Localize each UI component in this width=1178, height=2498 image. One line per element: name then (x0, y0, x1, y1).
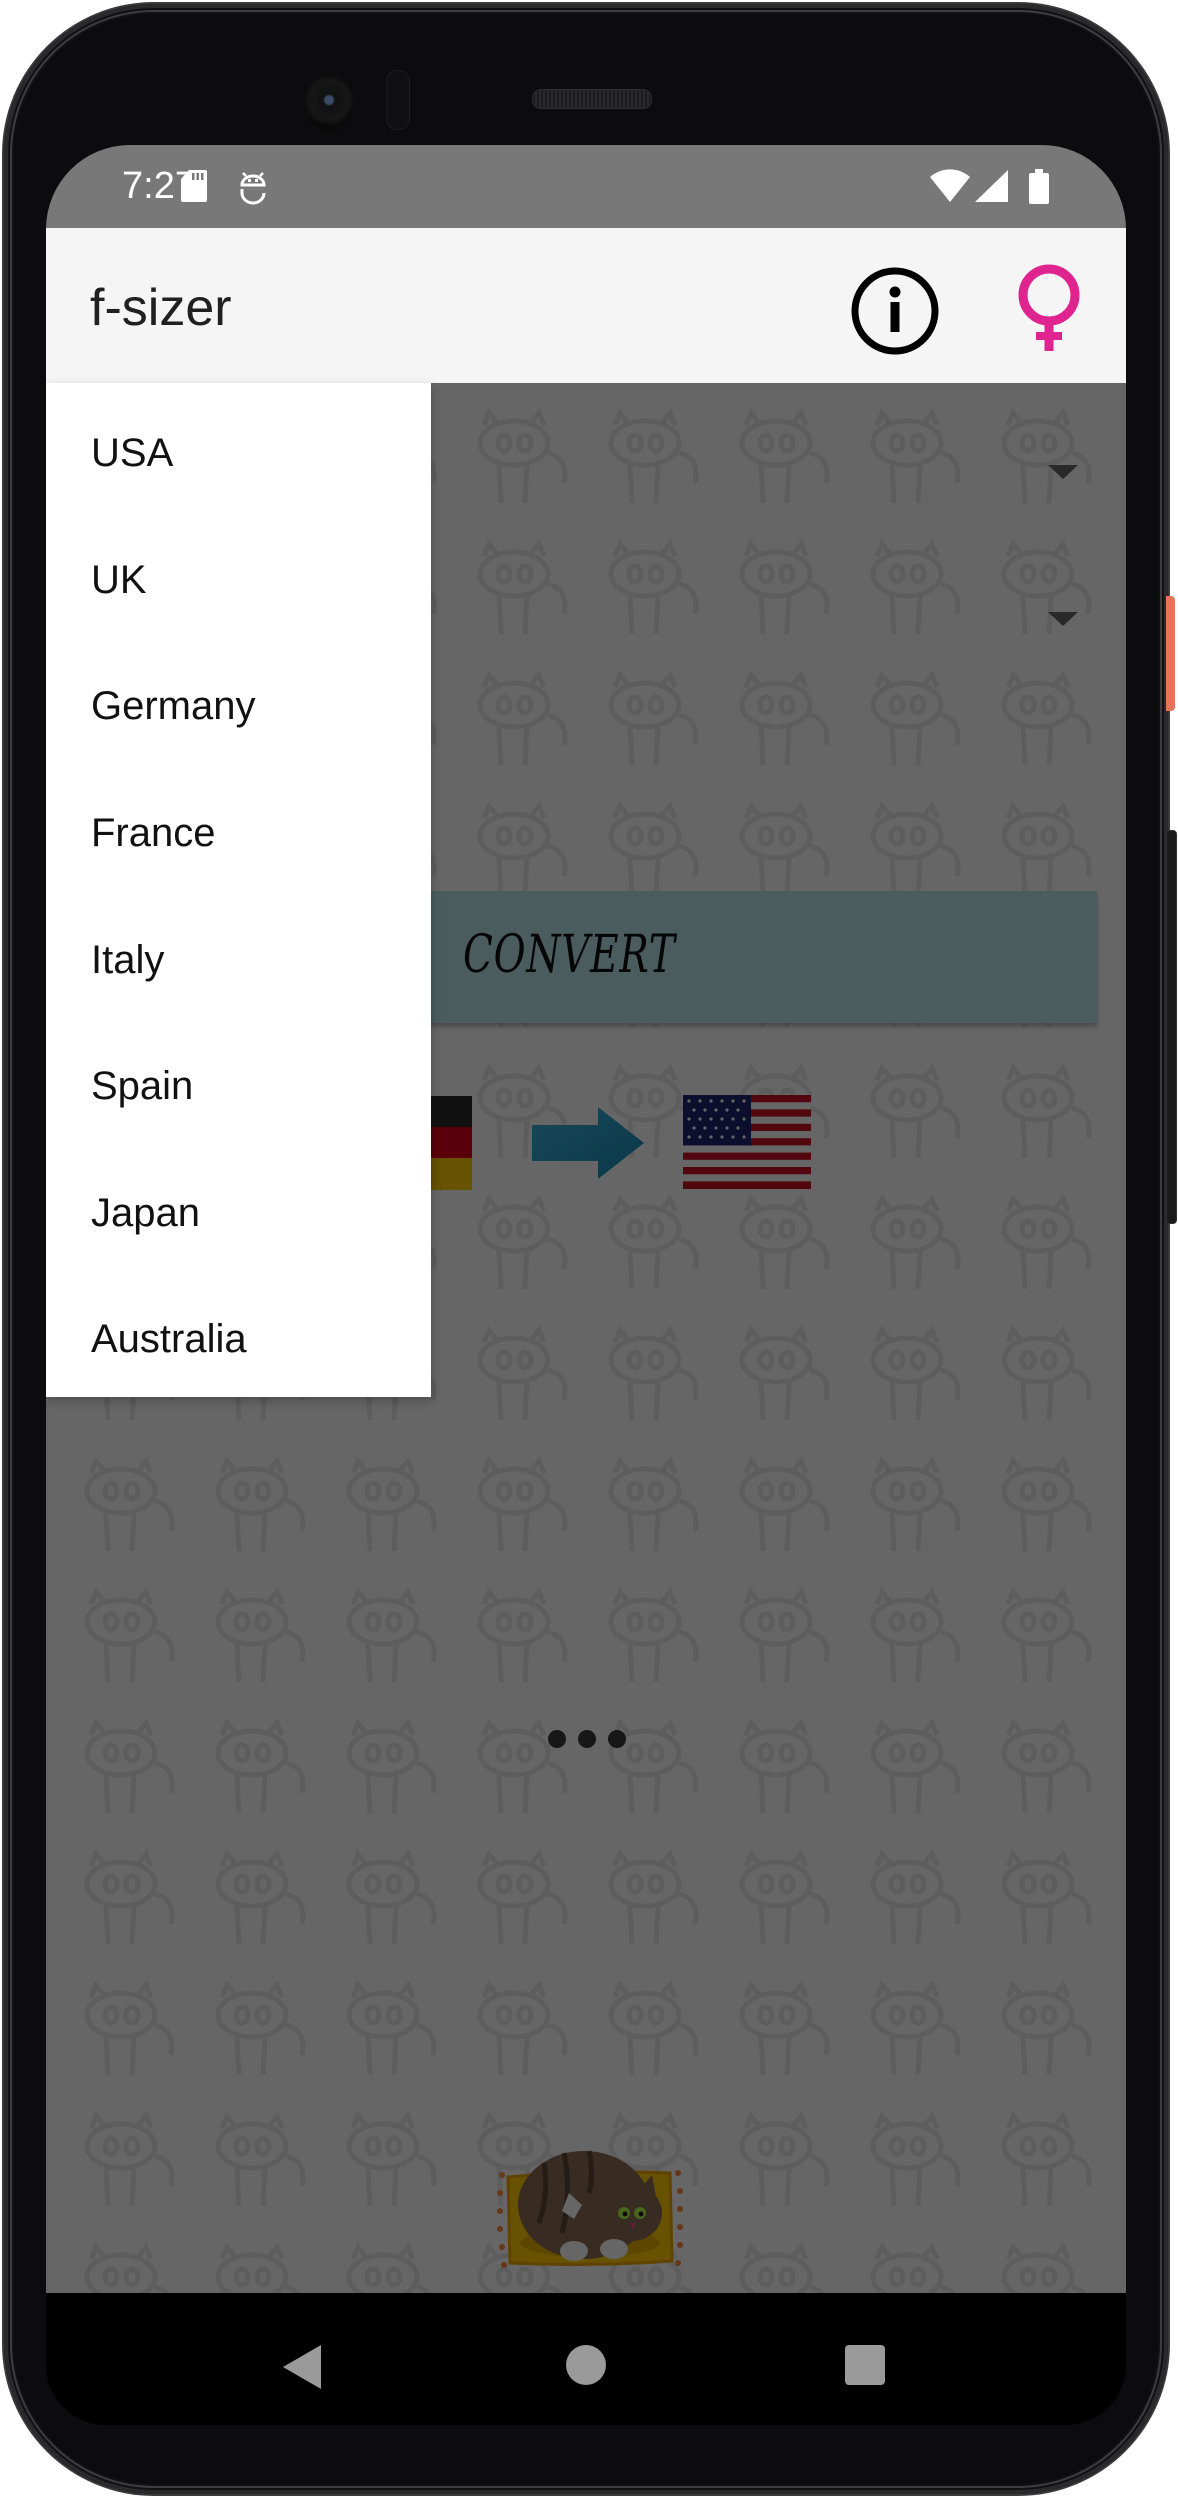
dropdown-item-uk[interactable]: UK (46, 515, 431, 642)
dropdown-item-label: USA (91, 431, 174, 475)
dropdown-item-italy[interactable]: Italy (46, 895, 431, 1022)
dropdown-item-japan[interactable]: Japan (46, 1148, 431, 1275)
device-screen: 7:27 f-sizer USA UK Germany France Italy… (46, 145, 1126, 2425)
dropdown-item-france[interactable]: France (46, 768, 431, 895)
home-icon[interactable] (566, 2345, 606, 2385)
dropdown-item-usa[interactable]: USA (46, 388, 431, 515)
wifi-icon (930, 169, 970, 202)
dropdown-item-label: France (91, 811, 216, 855)
dropdown-item-label: Italy (91, 938, 165, 982)
app-title: f-sizer (90, 279, 232, 337)
cellular-signal-icon (975, 170, 1008, 202)
navigation-bar (46, 2293, 1126, 2425)
sd-card-icon (181, 170, 207, 202)
female-gender-icon[interactable] (1009, 264, 1089, 364)
volume-rocker[interactable] (1166, 830, 1177, 1224)
battery-icon (1029, 169, 1049, 204)
back-icon[interactable] (283, 2345, 321, 2389)
dropdown-item-label: Australia (91, 1317, 247, 1361)
info-icon[interactable] (848, 264, 942, 358)
dropdown-item-label: Spain (91, 1064, 194, 1108)
dropdown-item-germany[interactable]: Germany (46, 641, 431, 768)
dropdown-item-label: Japan (91, 1191, 200, 1235)
dropdown-item-label: UK (91, 558, 147, 602)
proximity-sensor (386, 70, 410, 130)
dropdown-item-australia[interactable]: Australia (46, 1274, 431, 1401)
power-button[interactable] (1166, 596, 1175, 711)
android-debug-icon (240, 172, 266, 205)
earpiece-speaker (532, 89, 652, 109)
dropdown-item-label: Germany (91, 684, 256, 728)
status-bar: 7:27 (46, 145, 1126, 228)
country-dropdown-list: USA UK Germany France Italy Spain Japan … (46, 383, 431, 1397)
app-bar: f-sizer (46, 228, 1126, 383)
dropdown-item-spain[interactable]: Spain (46, 1021, 431, 1148)
recents-icon[interactable] (845, 2345, 885, 2385)
front-camera (304, 74, 354, 132)
